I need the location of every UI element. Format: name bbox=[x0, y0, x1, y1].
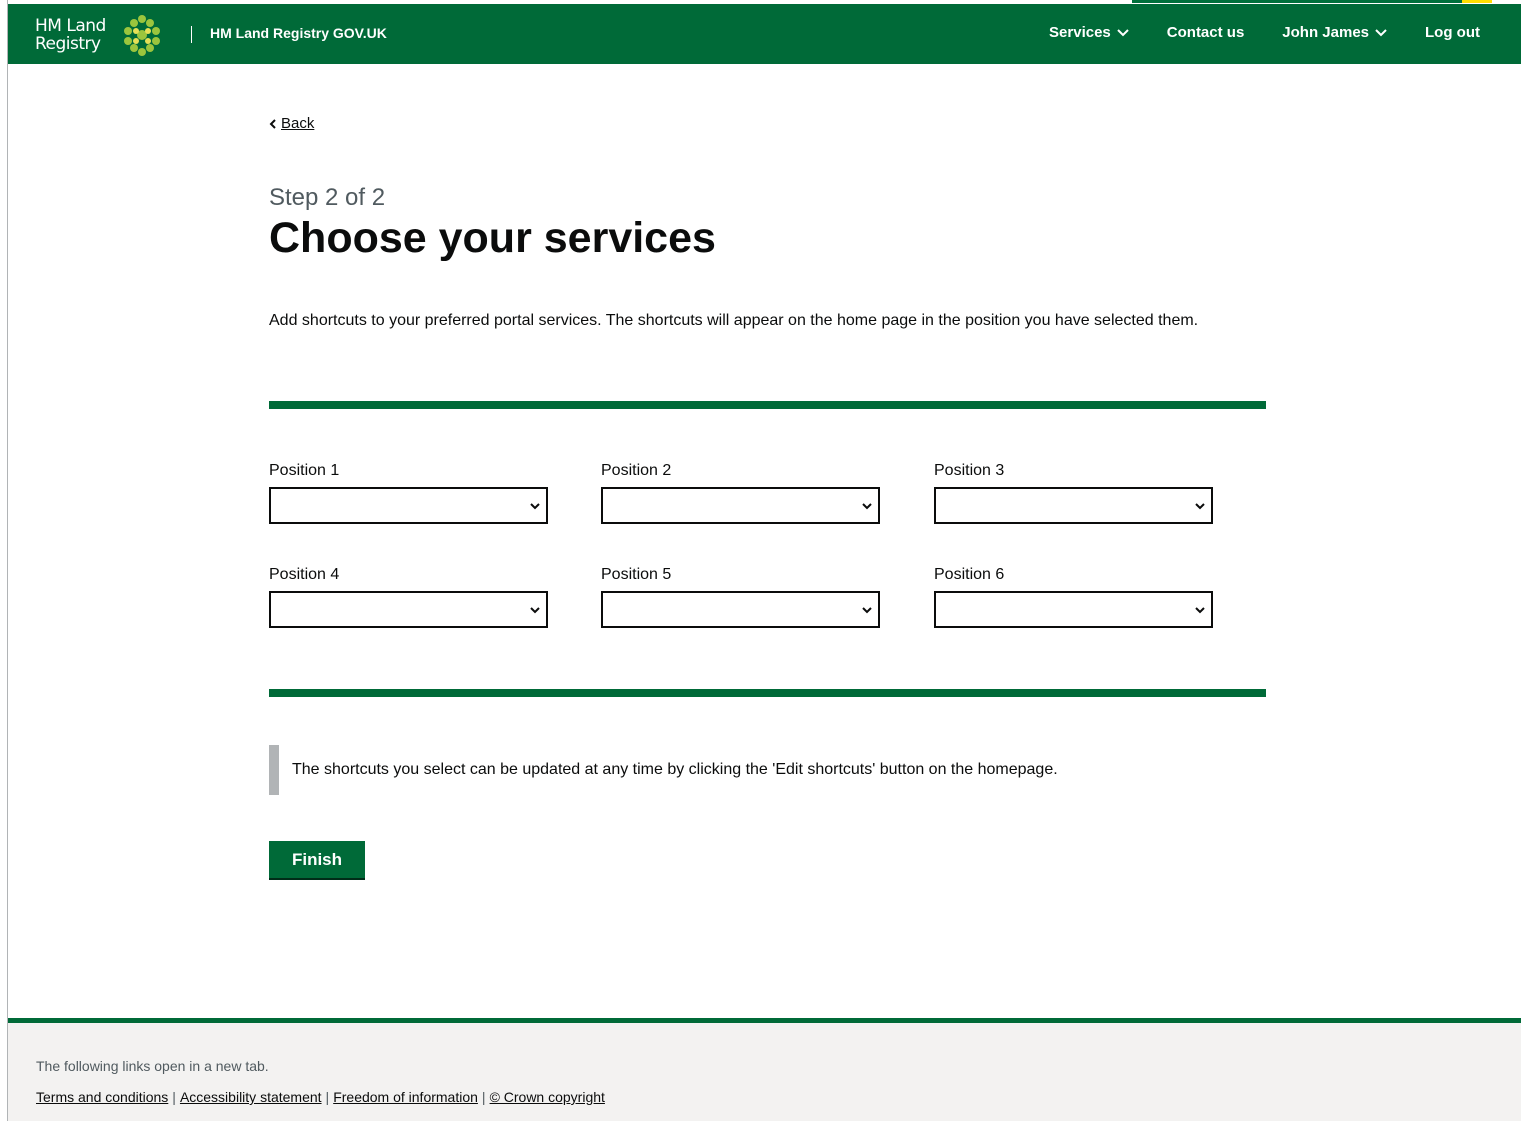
site-title[interactable]: HM Land Registry GOV.UK bbox=[210, 25, 387, 41]
nav-services[interactable]: Services bbox=[1049, 24, 1129, 41]
footer-links: Terms and conditions | Accessibility state… bbox=[36, 1089, 605, 1105]
nav-logout-label: Log out bbox=[1425, 24, 1480, 41]
nav-contact-label: Contact us bbox=[1166, 24, 1245, 41]
footer-link-terms[interactable]: Terms and conditions bbox=[36, 1089, 168, 1105]
back-link-label: Back bbox=[281, 115, 315, 132]
site-footer: The following links open in a new tab. T… bbox=[8, 1018, 1521, 1121]
page-frame: HM Land Registry HM Land Registry GOV.UK… bbox=[7, 0, 1521, 1121]
position-3-field: Position 3 bbox=[934, 462, 1214, 524]
chevron-down-icon bbox=[530, 607, 540, 614]
header-nav: Services Contact us John James Log out bbox=[1011, 24, 1480, 41]
chevron-down-icon bbox=[1117, 28, 1129, 36]
position-5-select[interactable] bbox=[601, 591, 880, 628]
position-1-field: Position 1 bbox=[269, 462, 549, 524]
nav-user-label: John James bbox=[1282, 24, 1370, 41]
position-2-label: Position 2 bbox=[601, 462, 672, 479]
position-5-field: Position 5 bbox=[601, 566, 881, 628]
hmlr-crest-icon bbox=[123, 15, 160, 56]
position-4-label: Position 4 bbox=[269, 566, 340, 583]
position-6-label: Position 6 bbox=[934, 566, 1005, 583]
footer-separator: | bbox=[325, 1089, 330, 1105]
chevron-left-icon bbox=[269, 118, 276, 129]
header-divider bbox=[191, 26, 192, 43]
logo-text: HM Land Registry bbox=[35, 17, 106, 53]
top-accent-green bbox=[1132, 0, 1462, 3]
top-accent-yellow bbox=[1462, 0, 1492, 3]
chevron-down-icon bbox=[862, 607, 872, 614]
hmlr-logo[interactable]: HM Land Registry bbox=[35, 13, 164, 57]
intro-text: Add shortcuts to your preferred portal s… bbox=[269, 312, 1199, 329]
footer-separator: | bbox=[172, 1089, 176, 1105]
nav-log-out[interactable]: Log out bbox=[1425, 24, 1480, 41]
chevron-down-icon bbox=[862, 503, 872, 510]
step-caption: Step 2 of 2 bbox=[269, 184, 386, 211]
position-3-label: Position 3 bbox=[934, 462, 1005, 479]
footer-link-copyright[interactable]: © Crown copyright bbox=[490, 1089, 605, 1105]
section-rule-top bbox=[269, 401, 1266, 409]
footer-link-foi[interactable]: Freedom of information bbox=[333, 1089, 478, 1105]
nav-contact-us[interactable]: Contact us bbox=[1167, 24, 1245, 41]
chevron-down-icon bbox=[1195, 607, 1205, 614]
chevron-down-icon bbox=[1195, 503, 1205, 510]
position-3-select[interactable] bbox=[934, 487, 1213, 524]
logo-line-1: HM Land bbox=[35, 16, 106, 36]
page-title: Choose your services bbox=[269, 214, 716, 262]
position-2-field: Position 2 bbox=[601, 462, 881, 524]
position-5-label: Position 5 bbox=[601, 566, 672, 583]
chevron-down-icon bbox=[1375, 28, 1387, 36]
position-1-label: Position 1 bbox=[269, 462, 340, 479]
position-4-field: Position 4 bbox=[269, 566, 549, 628]
inset-text: The shortcuts you select can be updated … bbox=[269, 745, 1266, 795]
position-6-field: Position 6 bbox=[934, 566, 1214, 628]
chevron-down-icon bbox=[530, 503, 540, 510]
footer-note: The following links open in a new tab. bbox=[36, 1058, 269, 1074]
footer-separator: | bbox=[481, 1089, 486, 1105]
position-6-select[interactable] bbox=[934, 591, 1213, 628]
position-4-select[interactable] bbox=[269, 591, 548, 628]
position-1-select[interactable] bbox=[269, 487, 548, 524]
finish-button[interactable]: Finish bbox=[269, 841, 365, 878]
nav-services-label: Services bbox=[1049, 24, 1111, 41]
footer-link-accessibility[interactable]: Accessibility statement bbox=[180, 1089, 322, 1105]
nav-user-menu[interactable]: John James bbox=[1282, 24, 1387, 41]
logo-line-2: Registry bbox=[35, 34, 101, 54]
back-link[interactable]: Back bbox=[269, 115, 314, 132]
section-rule-bottom bbox=[269, 689, 1266, 697]
site-header: HM Land Registry HM Land Registry GOV.UK… bbox=[8, 4, 1521, 64]
position-2-select[interactable] bbox=[601, 487, 880, 524]
